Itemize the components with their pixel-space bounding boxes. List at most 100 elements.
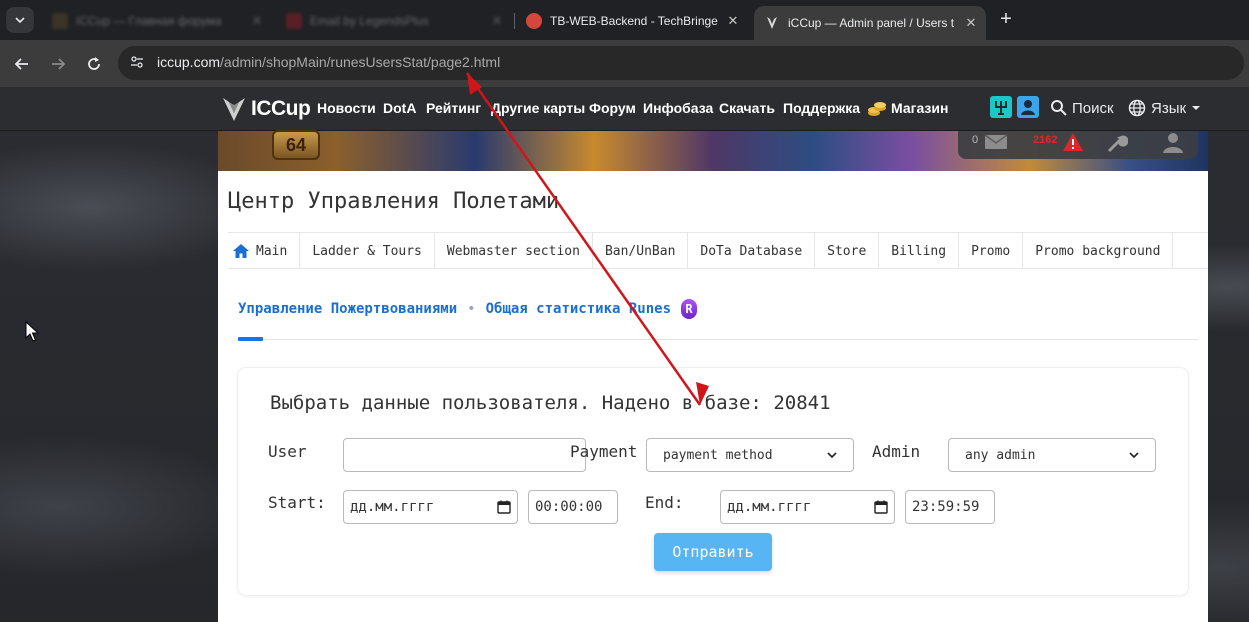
breadcrumb: Управление Пожертвованиями • Общая стати… xyxy=(238,299,698,319)
address-bar[interactable]: iccup.com/admin/shopMain/runesUsersStat/… xyxy=(118,46,1244,80)
tab-promo[interactable]: Promo xyxy=(959,233,1024,269)
admin-tabs: Main Ladder & Tours Webmaster section Ba… xyxy=(228,232,1208,269)
payment-label: Payment xyxy=(570,442,638,461)
trident-icon xyxy=(995,101,1007,115)
tab-search-button[interactable] xyxy=(6,7,34,33)
tab-title: iCCup — Admin panel / Users t xyxy=(788,16,955,30)
level-badge: 64 xyxy=(272,130,320,160)
browser-tab-2[interactable]: Email by LegendsPlus ✕ xyxy=(276,6,512,36)
admin-label: Admin xyxy=(872,442,921,461)
forward-button[interactable] xyxy=(46,52,70,76)
wrench-icon[interactable] xyxy=(1106,132,1128,154)
calendar-icon[interactable] xyxy=(497,500,511,514)
caret-down-icon xyxy=(1192,106,1201,110)
browser-toolbar: iccup.com/admin/shopMain/runesUsersStat/… xyxy=(0,40,1249,87)
chevron-down-icon xyxy=(827,452,837,459)
start-label: Start: xyxy=(268,493,326,512)
reload-icon xyxy=(88,57,100,70)
tab-billing[interactable]: Billing xyxy=(879,233,960,269)
arrow-right-icon xyxy=(52,58,66,70)
chevron-down-icon xyxy=(15,17,25,24)
search-label: Поиск xyxy=(1072,99,1114,117)
nav-support[interactable]: Поддержка xyxy=(783,100,860,116)
tab-dota-database[interactable]: DoTa Database xyxy=(688,233,816,269)
admin-select[interactable]: any admin xyxy=(948,438,1156,472)
search-icon xyxy=(1051,100,1067,116)
browser-tab-4-active[interactable]: iCCup — Admin panel / Users t ✕ xyxy=(754,6,986,40)
breadcrumb-separator: • xyxy=(467,301,476,317)
tab-label: Billing xyxy=(891,243,947,259)
iccup-logo[interactable]: ICCup xyxy=(220,95,311,123)
breadcrumb-runes-link[interactable]: Общая статистика Runes xyxy=(486,301,671,317)
payment-selected-value: payment method xyxy=(663,447,773,463)
rune-icon: R xyxy=(681,299,698,319)
user-label: User xyxy=(268,442,307,461)
tab-title: ICCup — Главная форума xyxy=(76,14,222,28)
nav-shop[interactable]: Магазин xyxy=(891,100,948,116)
nav-rating[interactable]: Рейтинг xyxy=(426,100,481,116)
back-button[interactable] xyxy=(10,52,34,76)
site-settings-icon[interactable] xyxy=(128,54,146,72)
envelope-icon[interactable] xyxy=(984,133,1008,151)
mouse-cursor-icon xyxy=(25,321,39,342)
tab-label: Store xyxy=(827,243,867,259)
payment-select[interactable]: payment method xyxy=(646,438,854,472)
tab-title: Email by LegendsPlus xyxy=(310,14,429,28)
tab-webmaster-section[interactable]: Webmaster section xyxy=(435,233,593,269)
admin-content: Центр Управления Полетами Main Ladder & … xyxy=(218,171,1208,622)
user-input[interactable] xyxy=(343,438,586,472)
profile-button[interactable] xyxy=(1017,96,1039,118)
users-icon[interactable] xyxy=(1158,131,1188,153)
tab-title: TB-WEB-Backend - TechBringer xyxy=(550,14,718,28)
browser-tab-1[interactable]: ICCup — Главная форума ✕ xyxy=(42,6,272,36)
browser-tab-bar: ICCup — Главная форума ✕ Email by Legend… xyxy=(0,0,1249,40)
nav-other-maps[interactable]: Другие карты xyxy=(491,100,585,116)
close-icon[interactable]: ✕ xyxy=(488,13,506,29)
messages-count: 0 xyxy=(972,134,979,146)
nav-download[interactable]: Скачать xyxy=(719,100,775,116)
reload-button[interactable] xyxy=(82,52,106,76)
nav-infobase[interactable]: Инфобаза xyxy=(643,100,713,116)
nav-dota[interactable]: DotA xyxy=(383,100,416,116)
end-date-input[interactable]: дд.мм.гггг xyxy=(720,490,895,524)
url-path: /admin/shopMain/runesUsersStat/page2.htm… xyxy=(220,54,501,70)
submit-button[interactable]: Отправить xyxy=(654,533,772,571)
language-button[interactable]: Язык xyxy=(1128,99,1201,117)
home-icon xyxy=(233,244,249,258)
tab-separator xyxy=(514,13,515,29)
close-icon[interactable]: ✕ xyxy=(724,13,742,29)
end-label: End: xyxy=(645,493,684,512)
logo-text: ICCup xyxy=(251,97,311,120)
nav-news[interactable]: Новости xyxy=(317,100,376,116)
nav-forum[interactable]: Форум xyxy=(589,100,636,116)
globe-icon xyxy=(1128,99,1146,117)
tab-promo-background[interactable]: Promo background xyxy=(1023,233,1174,269)
close-icon[interactable]: ✕ xyxy=(962,15,980,31)
tab-store[interactable]: Store xyxy=(815,233,880,269)
tab-label: DoTa Database xyxy=(700,243,803,259)
ladder-button[interactable] xyxy=(990,96,1012,118)
breadcrumb-donations-link[interactable]: Управление Пожертвованиями xyxy=(238,301,457,317)
start-time-input[interactable]: 00:00:00 xyxy=(528,490,618,524)
iccup-logo-icon xyxy=(223,98,245,121)
new-tab-button[interactable]: + xyxy=(995,9,1017,31)
end-date-value: дд.мм.гггг xyxy=(727,499,812,515)
tab-label: Webmaster section xyxy=(446,243,580,259)
tab-label: Main xyxy=(256,243,288,259)
tab-label: Promo background xyxy=(1035,243,1161,259)
calendar-icon[interactable] xyxy=(874,500,888,514)
start-date-input[interactable]: дд.мм.гггг xyxy=(343,490,518,524)
warning-icon[interactable] xyxy=(1062,132,1084,152)
url-text: iccup.com/admin/shopMain/runesUsersStat/… xyxy=(157,54,500,70)
search-button[interactable]: Поиск xyxy=(1050,99,1114,117)
tab-ban-unban[interactable]: Ban/UnBan xyxy=(593,233,689,269)
end-time-input[interactable]: 23:59:59 xyxy=(905,490,995,524)
close-icon[interactable]: ✕ xyxy=(248,13,266,29)
tab-label: Ladder & Tours xyxy=(312,243,422,259)
browser-tab-3[interactable]: TB-WEB-Backend - TechBringer ✕ xyxy=(516,6,748,36)
page-title: Центр Управления Полетами xyxy=(228,189,560,214)
tab-ladder-tours[interactable]: Ladder & Tours xyxy=(300,233,435,269)
favicon-icon xyxy=(52,13,68,29)
tab-main[interactable]: Main xyxy=(228,233,301,269)
form-heading: Выбрать данные пользователя. Надено в ба… xyxy=(270,392,831,414)
